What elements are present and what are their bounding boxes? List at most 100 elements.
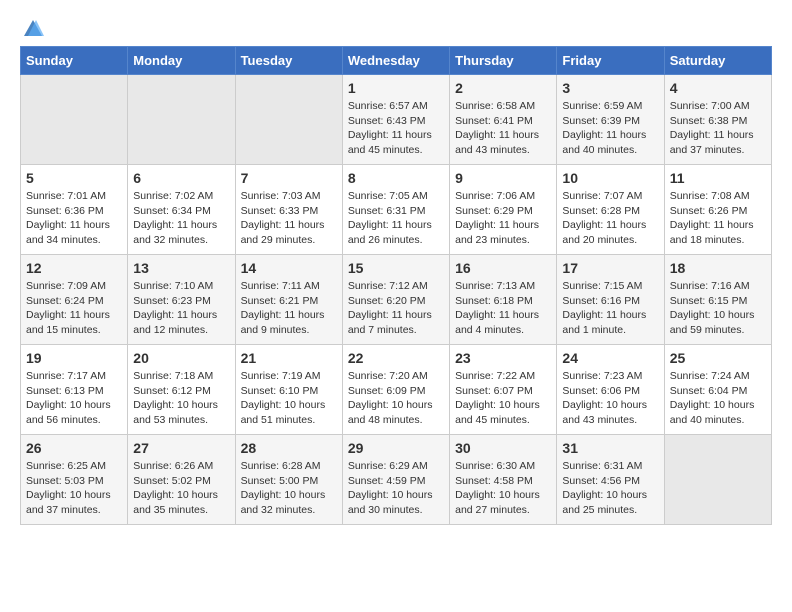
calendar-cell: 23 Sunrise: 7:22 AM Sunset: 6:07 PM Dayli… [450,345,557,435]
day-number: 20 [133,350,229,366]
calendar-cell [664,435,771,525]
day-number: 6 [133,170,229,186]
day-number: 24 [562,350,658,366]
day-info: Sunrise: 6:31 AM Sunset: 4:56 PM Dayligh… [562,459,658,518]
day-info: Sunrise: 7:10 AM Sunset: 6:23 PM Dayligh… [133,279,229,338]
calendar-cell: 17 Sunrise: 7:15 AM Sunset: 6:16 PM Dayli… [557,255,664,345]
weekday-header-friday: Friday [557,47,664,75]
calendar-week-row: 1Sunrise: 6:57 AM Sunset: 6:43 PM Daylig… [21,75,772,165]
calendar-cell: 14 Sunrise: 7:11 AM Sunset: 6:21 PM Dayli… [235,255,342,345]
weekday-header-wednesday: Wednesday [342,47,449,75]
day-info: Sunrise: 7:09 AM Sunset: 6:24 PM Dayligh… [26,279,122,338]
day-info: Sunrise: 7:12 AM Sunset: 6:20 PM Dayligh… [348,279,444,338]
day-info: Sunrise: 7:24 AM Sunset: 6:04 PM Dayligh… [670,369,766,428]
calendar-cell: 28 Sunrise: 6:28 AM Sunset: 5:00 PM Dayli… [235,435,342,525]
weekday-header-tuesday: Tuesday [235,47,342,75]
day-info: Sunrise: 6:57 AM Sunset: 6:43 PM Dayligh… [348,99,444,158]
calendar-table: SundayMondayTuesdayWednesdayThursdayFrid… [20,46,772,525]
day-number: 23 [455,350,551,366]
calendar-week-row: 26Sunrise: 6:25 AM Sunset: 5:03 PM Dayli… [21,435,772,525]
day-info: Sunrise: 7:07 AM Sunset: 6:28 PM Dayligh… [562,189,658,248]
calendar-cell: 13 Sunrise: 7:10 AM Sunset: 6:23 PM Dayli… [128,255,235,345]
day-info: Sunrise: 7:02 AM Sunset: 6:34 PM Dayligh… [133,189,229,248]
day-info: Sunrise: 7:00 AM Sunset: 6:38 PM Dayligh… [670,99,766,158]
calendar-cell: 24 Sunrise: 7:23 AM Sunset: 6:06 PM Dayli… [557,345,664,435]
calendar-cell: 7Sunrise: 7:03 AM Sunset: 6:33 PM Daylig… [235,165,342,255]
day-number: 13 [133,260,229,276]
day-info: Sunrise: 7:01 AM Sunset: 6:36 PM Dayligh… [26,189,122,248]
calendar-cell: 18Sunrise: 7:16 AM Sunset: 6:15 PM Dayli… [664,255,771,345]
day-number: 31 [562,440,658,456]
calendar-cell: 8 Sunrise: 7:05 AM Sunset: 6:31 PM Daylig… [342,165,449,255]
calendar-cell: 12 Sunrise: 7:09 AM Sunset: 6:24 PM Dayli… [21,255,128,345]
day-info: Sunrise: 7:06 AM Sunset: 6:29 PM Dayligh… [455,189,551,248]
day-number: 14 [241,260,337,276]
day-number: 12 [26,260,122,276]
day-number: 21 [241,350,337,366]
weekday-header-monday: Monday [128,47,235,75]
day-info: Sunrise: 7:11 AM Sunset: 6:21 PM Dayligh… [241,279,337,338]
calendar-cell [21,75,128,165]
day-info: Sunrise: 7:22 AM Sunset: 6:07 PM Dayligh… [455,369,551,428]
day-number: 8 [348,170,444,186]
day-number: 5 [26,170,122,186]
page-header [20,20,772,36]
day-number: 17 [562,260,658,276]
weekday-header-row: SundayMondayTuesdayWednesdayThursdayFrid… [21,47,772,75]
calendar-cell: 26Sunrise: 6:25 AM Sunset: 5:03 PM Dayli… [21,435,128,525]
day-info: Sunrise: 7:23 AM Sunset: 6:06 PM Dayligh… [562,369,658,428]
calendar-cell [235,75,342,165]
calendar-cell: 21 Sunrise: 7:19 AM Sunset: 6:10 PM Dayli… [235,345,342,435]
day-number: 26 [26,440,122,456]
calendar-cell [128,75,235,165]
day-info: Sunrise: 7:20 AM Sunset: 6:09 PM Dayligh… [348,369,444,428]
day-info: Sunrise: 7:19 AM Sunset: 6:10 PM Dayligh… [241,369,337,428]
day-number: 10 [562,170,658,186]
day-number: 3 [562,80,658,96]
day-info: Sunrise: 6:30 AM Sunset: 4:58 PM Dayligh… [455,459,551,518]
calendar-cell: 31 Sunrise: 6:31 AM Sunset: 4:56 PM Dayli… [557,435,664,525]
day-number: 18 [670,260,766,276]
day-number: 16 [455,260,551,276]
day-info: Sunrise: 7:15 AM Sunset: 6:16 PM Dayligh… [562,279,658,338]
day-info: Sunrise: 7:18 AM Sunset: 6:12 PM Dayligh… [133,369,229,428]
day-info: Sunrise: 6:26 AM Sunset: 5:02 PM Dayligh… [133,459,229,518]
calendar-cell: 4 Sunrise: 7:00 AM Sunset: 6:38 PM Daylig… [664,75,771,165]
calendar-cell: 22 Sunrise: 7:20 AM Sunset: 6:09 PM Dayli… [342,345,449,435]
calendar-cell: 25 Sunrise: 7:24 AM Sunset: 6:04 PM Dayli… [664,345,771,435]
day-number: 30 [455,440,551,456]
day-info: Sunrise: 6:29 AM Sunset: 4:59 PM Dayligh… [348,459,444,518]
day-info: Sunrise: 6:58 AM Sunset: 6:41 PM Dayligh… [455,99,551,158]
day-number: 25 [670,350,766,366]
weekday-header-thursday: Thursday [450,47,557,75]
calendar-cell: 27 Sunrise: 6:26 AM Sunset: 5:02 PM Dayli… [128,435,235,525]
day-info: Sunrise: 7:13 AM Sunset: 6:18 PM Dayligh… [455,279,551,338]
calendar-cell: 10 Sunrise: 7:07 AM Sunset: 6:28 PM Dayli… [557,165,664,255]
calendar-cell: 11Sunrise: 7:08 AM Sunset: 6:26 PM Dayli… [664,165,771,255]
day-info: Sunrise: 7:03 AM Sunset: 6:33 PM Dayligh… [241,189,337,248]
day-info: Sunrise: 7:08 AM Sunset: 6:26 PM Dayligh… [670,189,766,248]
calendar-cell: 2 Sunrise: 6:58 AM Sunset: 6:41 PM Daylig… [450,75,557,165]
day-number: 27 [133,440,229,456]
calendar-week-row: 12 Sunrise: 7:09 AM Sunset: 6:24 PM Dayli… [21,255,772,345]
day-number: 2 [455,80,551,96]
day-number: 4 [670,80,766,96]
day-info: Sunrise: 6:59 AM Sunset: 6:39 PM Dayligh… [562,99,658,158]
day-info: Sunrise: 7:05 AM Sunset: 6:31 PM Dayligh… [348,189,444,248]
day-number: 9 [455,170,551,186]
calendar-cell: 30 Sunrise: 6:30 AM Sunset: 4:58 PM Dayli… [450,435,557,525]
calendar-cell: 29 Sunrise: 6:29 AM Sunset: 4:59 PM Dayli… [342,435,449,525]
calendar-cell: 5 Sunrise: 7:01 AM Sunset: 6:36 PM Daylig… [21,165,128,255]
calendar-cell: 1Sunrise: 6:57 AM Sunset: 6:43 PM Daylig… [342,75,449,165]
calendar-cell: 16 Sunrise: 7:13 AM Sunset: 6:18 PM Dayli… [450,255,557,345]
day-number: 29 [348,440,444,456]
day-info: Sunrise: 6:28 AM Sunset: 5:00 PM Dayligh… [241,459,337,518]
day-number: 28 [241,440,337,456]
day-info: Sunrise: 7:17 AM Sunset: 6:13 PM Dayligh… [26,369,122,428]
weekday-header-saturday: Saturday [664,47,771,75]
calendar-cell: 6 Sunrise: 7:02 AM Sunset: 6:34 PM Daylig… [128,165,235,255]
day-number: 22 [348,350,444,366]
calendar-week-row: 19Sunrise: 7:17 AM Sunset: 6:13 PM Dayli… [21,345,772,435]
calendar-cell: 20 Sunrise: 7:18 AM Sunset: 6:12 PM Dayli… [128,345,235,435]
calendar-cell: 19Sunrise: 7:17 AM Sunset: 6:13 PM Dayli… [21,345,128,435]
